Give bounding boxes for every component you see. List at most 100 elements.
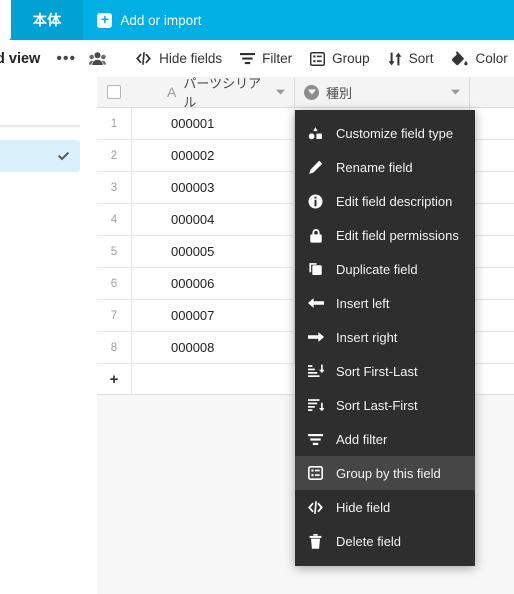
menu-item-insert-left[interactable]: Insert left <box>295 286 475 320</box>
trash-icon <box>307 533 324 549</box>
menu-item-delete-field[interactable]: Delete field <box>295 524 475 558</box>
hide-fields-label: Hide fields <box>159 51 223 66</box>
checkmark-icon <box>58 151 70 160</box>
sort-button[interactable]: Sort <box>379 40 443 77</box>
column-header-parts-serial[interactable]: A パーツシリアル <box>131 77 295 110</box>
single-select-icon <box>304 84 319 100</box>
view-more-options-button[interactable]: ••• <box>49 50 83 68</box>
ellipsis-icon: ••• <box>56 49 77 67</box>
grid-header-row: A パーツシリアル 種別 <box>97 77 514 110</box>
menu-item-edit-field-permissions[interactable]: Edit field permissions <box>295 218 475 252</box>
menu-item-label: Insert right <box>336 329 398 345</box>
menu-item-label: Hide field <box>336 499 391 515</box>
collaborators-button[interactable] <box>83 40 112 77</box>
menu-item-label: Customize field type <box>336 125 454 141</box>
menu-item-label: Edit field description <box>336 193 453 209</box>
menu-item-label: Rename field <box>336 159 413 175</box>
column-header-type[interactable]: 種別 <box>295 77 470 107</box>
duplicate-icon <box>307 262 324 276</box>
menu-item-hide-field[interactable]: Hide field <box>295 490 475 524</box>
lock-icon <box>307 228 324 243</box>
row-number: 7 <box>110 309 118 322</box>
cell-parts-serial[interactable]: 000008 <box>131 332 295 363</box>
hide-fields-button[interactable]: Hide fields <box>126 40 231 77</box>
cell-parts-serial[interactable]: 000001 <box>131 108 295 139</box>
row-number: 8 <box>110 341 118 354</box>
add-or-import-label: Add or import <box>120 12 202 28</box>
sidebar-item-selected-view[interactable] <box>0 140 80 172</box>
sort-descending-icon <box>307 398 324 412</box>
color-button[interactable]: Color <box>442 40 514 77</box>
chevron-down-icon[interactable] <box>276 89 285 95</box>
row-number: 5 <box>110 245 118 258</box>
menu-item-label: Group by this field <box>336 465 441 481</box>
cell-parts-serial[interactable]: 000005 <box>131 236 295 267</box>
pencil-icon <box>307 160 324 175</box>
tab-bar-left-stub <box>0 0 11 40</box>
tab-honntai[interactable]: 本体 <box>11 0 84 40</box>
row-number: 1 <box>110 117 118 130</box>
people-icon <box>89 52 107 65</box>
menu-item-customize-field-type[interactable]: Customize field type <box>295 116 475 150</box>
cell-parts-serial[interactable]: 000007 <box>131 300 295 331</box>
column-header-label: パーツシリアル <box>183 77 262 110</box>
menu-item-label: Sort Last-First <box>336 397 418 413</box>
tab-label: 本体 <box>33 12 62 28</box>
cell-parts-serial[interactable]: 000002 <box>131 140 295 171</box>
cell-parts-serial[interactable]: 000004 <box>131 204 295 235</box>
arrow-right-icon <box>307 331 324 343</box>
cell-parts-serial[interactable]: 000006 <box>131 268 295 299</box>
paint-bucket-icon <box>452 51 468 66</box>
menu-item-edit-field-description[interactable]: Edit field description <box>295 184 475 218</box>
menu-item-add-filter[interactable]: Add filter <box>295 422 475 456</box>
sort-ascending-icon <box>307 364 324 378</box>
menu-item-label: Duplicate field <box>336 261 418 277</box>
funnel-icon <box>307 433 324 446</box>
row-number: 3 <box>110 181 118 194</box>
add-record-plus-icon[interactable]: + <box>97 371 131 388</box>
select-all-cell[interactable] <box>97 77 131 107</box>
funnel-icon <box>240 53 256 65</box>
row-number: 6 <box>110 277 118 290</box>
menu-item-label: Insert left <box>336 295 390 311</box>
group-button[interactable]: Group <box>301 40 379 77</box>
menu-item-duplicate-field[interactable]: Duplicate field <box>295 252 475 286</box>
menu-item-label: Add filter <box>336 431 388 447</box>
filter-label: Filter <box>262 51 293 66</box>
filter-button[interactable]: Filter <box>231 40 301 77</box>
text-field-icon: A <box>167 84 177 100</box>
sort-label: Sort <box>408 51 434 66</box>
shapes-icon <box>307 126 324 140</box>
field-context-menu: Customize field type Rename field Edit f… <box>295 110 475 566</box>
group-grid-icon <box>307 466 324 480</box>
view-sidebar <box>0 77 98 594</box>
sidebar-divider <box>0 125 80 127</box>
menu-item-sort-first-last[interactable]: Sort First-Last <box>295 354 475 388</box>
group-label: Group <box>332 51 370 66</box>
view-name-button[interactable]: d view <box>0 40 49 77</box>
menu-item-label: Sort First-Last <box>336 363 418 379</box>
add-or-import-button[interactable]: + Add or import <box>83 0 215 40</box>
menu-item-group-by-this-field[interactable]: Group by this field <box>295 456 475 490</box>
plus-square-icon: + <box>97 12 113 28</box>
airtable-grid-app: 本体 + Add or import d view ••• Hide field… <box>0 0 514 594</box>
menu-item-sort-last-first[interactable]: Sort Last-First <box>295 388 475 422</box>
checkbox-icon[interactable] <box>107 85 121 99</box>
table-tab-bar: 本体 + Add or import <box>0 0 514 40</box>
menu-item-rename-field[interactable]: Rename field <box>295 150 475 184</box>
view-name-label: d view <box>0 50 41 67</box>
group-grid-icon <box>310 51 326 66</box>
view-toolbar: d view ••• Hide fields Filter Group Sort… <box>0 40 514 78</box>
code-brackets-icon <box>307 500 324 514</box>
color-label: Color <box>475 51 508 66</box>
chevron-down-icon[interactable] <box>451 89 460 95</box>
menu-item-label: Delete field <box>336 533 402 549</box>
menu-item-label: Edit field permissions <box>336 227 459 243</box>
row-number: 2 <box>110 149 118 162</box>
cell-parts-serial[interactable]: 000003 <box>131 172 295 203</box>
info-circle-icon <box>307 194 324 209</box>
row-number: 4 <box>110 213 118 226</box>
column-header-label: 種別 <box>326 85 353 101</box>
menu-item-insert-right[interactable]: Insert right <box>295 320 475 354</box>
arrow-left-icon <box>307 297 324 309</box>
